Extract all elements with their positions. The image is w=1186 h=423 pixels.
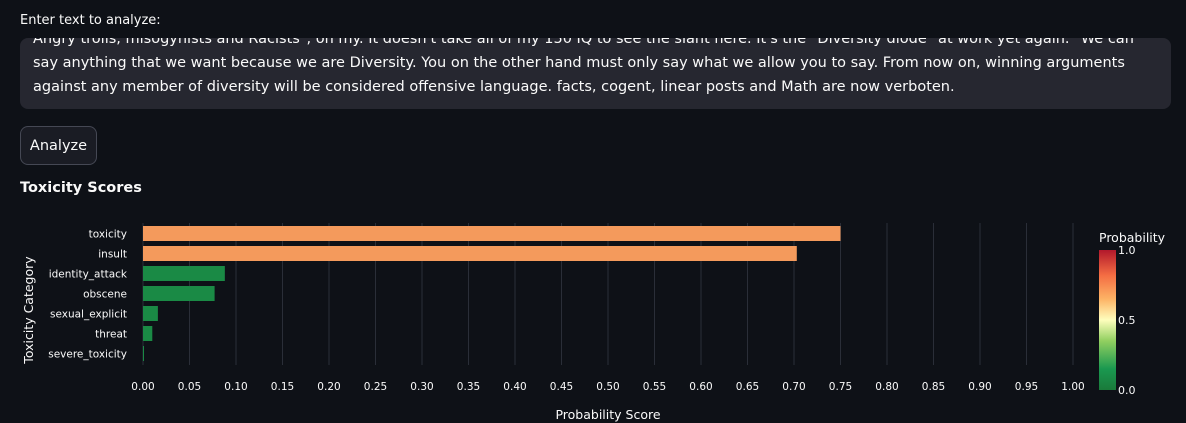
category-label: identity_attack	[49, 269, 128, 281]
bar-identity-attack	[143, 266, 225, 281]
x-tick-label: 0.35	[457, 381, 480, 393]
x-tick-label: 0.65	[736, 381, 759, 393]
x-tick-label: 0.25	[364, 381, 387, 393]
colorbar-ticks: 0.0 0.5 1.0	[1118, 244, 1136, 397]
x-tick-label: 0.70	[782, 381, 805, 393]
x-tick-label: 0.20	[317, 381, 340, 393]
x-tick-label: 0.45	[550, 381, 573, 393]
x-tick-label: 0.60	[689, 381, 712, 393]
x-tick-label: 0.80	[875, 381, 898, 393]
text-input-value[interactable]: Angry trolls, misogynists and Racists", …	[33, 38, 1159, 99]
colorbar-tick-label: 1.0	[1118, 244, 1136, 257]
colorbar-title: Probability	[1099, 230, 1166, 245]
toxicity-bar-chart: toxicity insult identity_attackobscene sexu…	[21, 223, 1166, 422]
chart-category-labels: toxicity insult identity_attackobscene sexu…	[48, 229, 128, 361]
x-tick-label: 0.10	[224, 381, 247, 393]
x-tick-label: 0.90	[968, 381, 991, 393]
x-tick-label: 0.85	[922, 381, 945, 393]
chart-x-tick-labels: 0.00 0.05 0.10 0.15 0.20 0.25 0.30 0.35 0.40 0.45…	[131, 381, 1084, 393]
chart-gridlines	[142, 223, 1074, 365]
bar-obscene	[143, 286, 215, 301]
analyze-button[interactable]: Analyze	[20, 126, 97, 165]
x-tick-label: 0.15	[271, 381, 294, 393]
x-tick-label: 1.00	[1061, 381, 1084, 393]
x-tick-label: 0.40	[503, 381, 526, 393]
colorbar-tick-label: 0.5	[1118, 314, 1136, 327]
category-label: severe_toxicity	[48, 349, 127, 361]
y-axis-title: Toxicity Category	[21, 256, 36, 365]
bar-insult	[143, 246, 797, 261]
x-tick-label: 0.05	[178, 381, 201, 393]
section-title: Toxicity Scores	[20, 180, 142, 196]
x-tick-label: 0.00	[131, 381, 154, 393]
bar-sexual-explicit	[143, 306, 158, 321]
bar-severe-toxicity	[143, 346, 144, 361]
text-input[interactable]: Angry trolls, misogynists and Racists", …	[20, 38, 1171, 109]
x-tick-label: 0.30	[410, 381, 433, 393]
colorbar-tick-label: 0.0	[1118, 384, 1136, 397]
x-tick-label: 0.50	[596, 381, 619, 393]
category-label: toxicity	[89, 229, 127, 241]
x-tick-label: 0.75	[829, 381, 852, 393]
x-tick-label: 0.55	[643, 381, 666, 393]
category-label: threat	[95, 329, 127, 341]
text-input-label: Enter text to analyze:	[20, 13, 161, 28]
bar-threat	[143, 326, 153, 341]
category-label: insult	[98, 249, 127, 261]
category-label: sexual_explicit	[50, 309, 127, 321]
bar-toxicity	[143, 226, 841, 241]
colorbar	[1099, 250, 1116, 390]
category-label: obscene	[83, 289, 127, 301]
x-tick-label: 0.95	[1015, 381, 1038, 393]
chart-bars	[143, 226, 841, 361]
x-axis-title: Probability Score	[555, 407, 660, 422]
